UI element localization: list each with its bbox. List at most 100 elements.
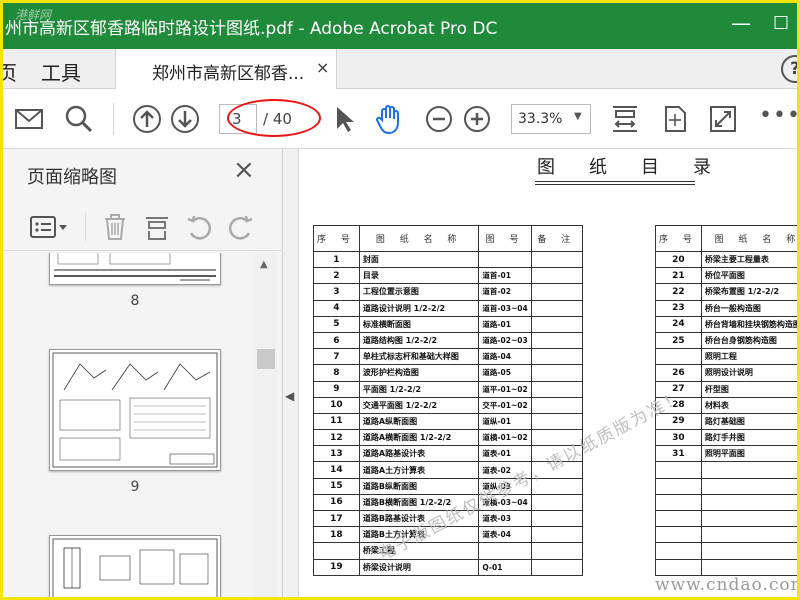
document-view: 图纸目录 序 号图 纸 名 称图 号备 注 1 封面 2 目录 道首-01 3 工程位置示意… <box>299 149 797 597</box>
table-cell: 1 <box>313 250 360 269</box>
table-row: 25 桥台台身钢筋构造图 <box>655 331 797 350</box>
table-cell <box>530 526 584 544</box>
table-cell: 道路A纵断面图 <box>358 412 480 431</box>
panel-close-button[interactable]: × <box>233 155 255 185</box>
table-cell: 23 <box>655 299 702 317</box>
panel-collapse-handle[interactable]: ◀ <box>283 149 299 597</box>
table-row: 9 平面图 1/2-2/2 道平-01~02 <box>313 380 584 398</box>
maximize-button[interactable]: ☐ <box>773 13 789 34</box>
table-cell <box>655 348 702 366</box>
table-row: 5 标准横断面图 道路-01 <box>313 315 584 333</box>
table-row <box>655 477 797 495</box>
table-cell <box>530 509 584 528</box>
rotate-counterclockwise-icon[interactable] <box>185 213 213 241</box>
table-cell <box>530 299 584 317</box>
tab-document[interactable]: 郑州市高新区郁香... × <box>115 49 337 89</box>
table-cell: 交平-01~02 <box>478 396 532 414</box>
table-cell: 道路-05 <box>478 364 532 382</box>
rotate-clockwise-icon[interactable] <box>227 213 255 241</box>
scrollbar-thumb[interactable] <box>257 349 275 369</box>
zoom-select[interactable]: 33.3% ▼ <box>511 104 591 134</box>
select-cursor-icon[interactable] <box>329 103 361 135</box>
table-cell: 22 <box>655 283 702 301</box>
thumbnail-scrollbar[interactable]: ▲ <box>255 253 277 597</box>
table-row: 11 道路A纵断面图 道纵-01 <box>313 412 584 431</box>
mail-icon[interactable] <box>13 103 45 135</box>
zoom-value: 33.3% <box>518 111 563 127</box>
next-page-icon[interactable] <box>169 103 201 135</box>
table-cell: 桥梁布置图 1/2-2/2 <box>700 283 797 301</box>
toolbar: 3 / 40 33.3% ▼ ••• <box>3 89 797 149</box>
table-cell <box>530 493 584 512</box>
table-cell: 道路A横断面图 1/2-2/2 <box>358 429 480 447</box>
table-cell: 照明平面图 <box>700 445 797 463</box>
zoom-in-icon[interactable] <box>461 103 493 135</box>
table-cell: 25 <box>655 331 702 350</box>
page-thumbnail[interactable] <box>49 535 221 597</box>
table-cell <box>530 364 584 382</box>
table-cell <box>700 558 797 576</box>
tab-document-label: 郑州市高新区郁香... <box>152 64 305 84</box>
table-cell: 5 <box>313 315 360 333</box>
table-row: 2 目录 道首-01 <box>313 267 584 285</box>
table-cell <box>700 461 797 479</box>
scroll-up-icon[interactable]: ▲ <box>260 259 268 270</box>
tab-home[interactable]: 页 <box>3 57 17 86</box>
table-cell: 照明工程 <box>700 348 797 366</box>
table-cell: 12 <box>313 429 360 447</box>
table-cell <box>700 542 797 560</box>
hand-tool-icon[interactable] <box>373 103 405 135</box>
site-watermark: www.cndao.com <box>655 575 800 595</box>
help-button[interactable]: ? <box>781 55 797 83</box>
more-options-icon[interactable]: ••• <box>759 105 797 143</box>
thumbnail-list: 8 9 <box>3 253 255 597</box>
table-cell: 30 <box>655 429 702 447</box>
page-thumbnail[interactable] <box>49 349 221 471</box>
fit-width-icon[interactable] <box>609 103 641 135</box>
page-thumbnail[interactable] <box>49 253 221 285</box>
table-cell: 道横-01~02 <box>478 429 532 447</box>
table-row: 30 路灯手井图 <box>655 429 797 447</box>
panel-title: 页面缩略图 <box>27 167 117 188</box>
table-cell: 4 <box>313 299 360 317</box>
column-header: 图 纸 名 称 <box>700 225 797 252</box>
column-header: 图 号 <box>478 225 532 252</box>
table-row: 21 桥位平面图 <box>655 267 797 285</box>
previous-page-icon[interactable] <box>131 103 163 135</box>
table-cell <box>655 477 702 495</box>
table-cell: 13 <box>313 445 360 463</box>
search-icon[interactable] <box>63 103 95 135</box>
tab-tools[interactable]: 工具 <box>41 57 81 86</box>
zoom-out-icon[interactable] <box>423 103 455 135</box>
column-header: 序 号 <box>655 225 702 252</box>
table-row: 6 道路结构图 1/2-2/2 道路-02~03 <box>313 331 584 350</box>
table-cell: 道路-02~03 <box>478 331 532 350</box>
table-cell: 道首-02 <box>478 283 532 301</box>
table-cell <box>655 542 702 560</box>
full-screen-icon[interactable] <box>707 103 739 135</box>
table-cell: 目录 <box>358 267 480 285</box>
delete-page-icon[interactable] <box>101 213 129 241</box>
tab-close-button[interactable]: × <box>316 58 329 77</box>
panel-divider <box>85 213 86 241</box>
table-cell: 工程位置示意图 <box>358 283 480 301</box>
rotate-page-icon[interactable] <box>659 103 691 135</box>
table-row <box>655 542 797 560</box>
table-cell: 道表-03 <box>478 509 532 528</box>
table-cell: 11 <box>313 412 360 431</box>
table-cell: 桥梁设计说明 <box>358 558 480 576</box>
table-row: 7 单柱式标志杆和基础大样图 道路-04 <box>313 348 584 366</box>
table-cell <box>530 315 584 333</box>
table-cell: 7 <box>313 348 360 366</box>
table-cell: 6 <box>313 331 360 350</box>
thumbnail-label: 8 <box>130 293 140 309</box>
table-cell: 道路结构图 1/2-2/2 <box>358 331 480 350</box>
table-cell <box>530 412 584 431</box>
table-row: 10 交通平面图 1/2-2/2 交平-01~02 <box>313 396 584 414</box>
table-cell <box>700 526 797 544</box>
minimize-button[interactable]: — <box>731 11 751 35</box>
options-menu-icon[interactable] <box>29 213 67 241</box>
table-cell <box>700 493 797 512</box>
page-thumbnails-panel: 页面缩略图 × 8 9 ▲ <box>3 149 283 597</box>
extract-page-icon[interactable] <box>143 213 171 241</box>
